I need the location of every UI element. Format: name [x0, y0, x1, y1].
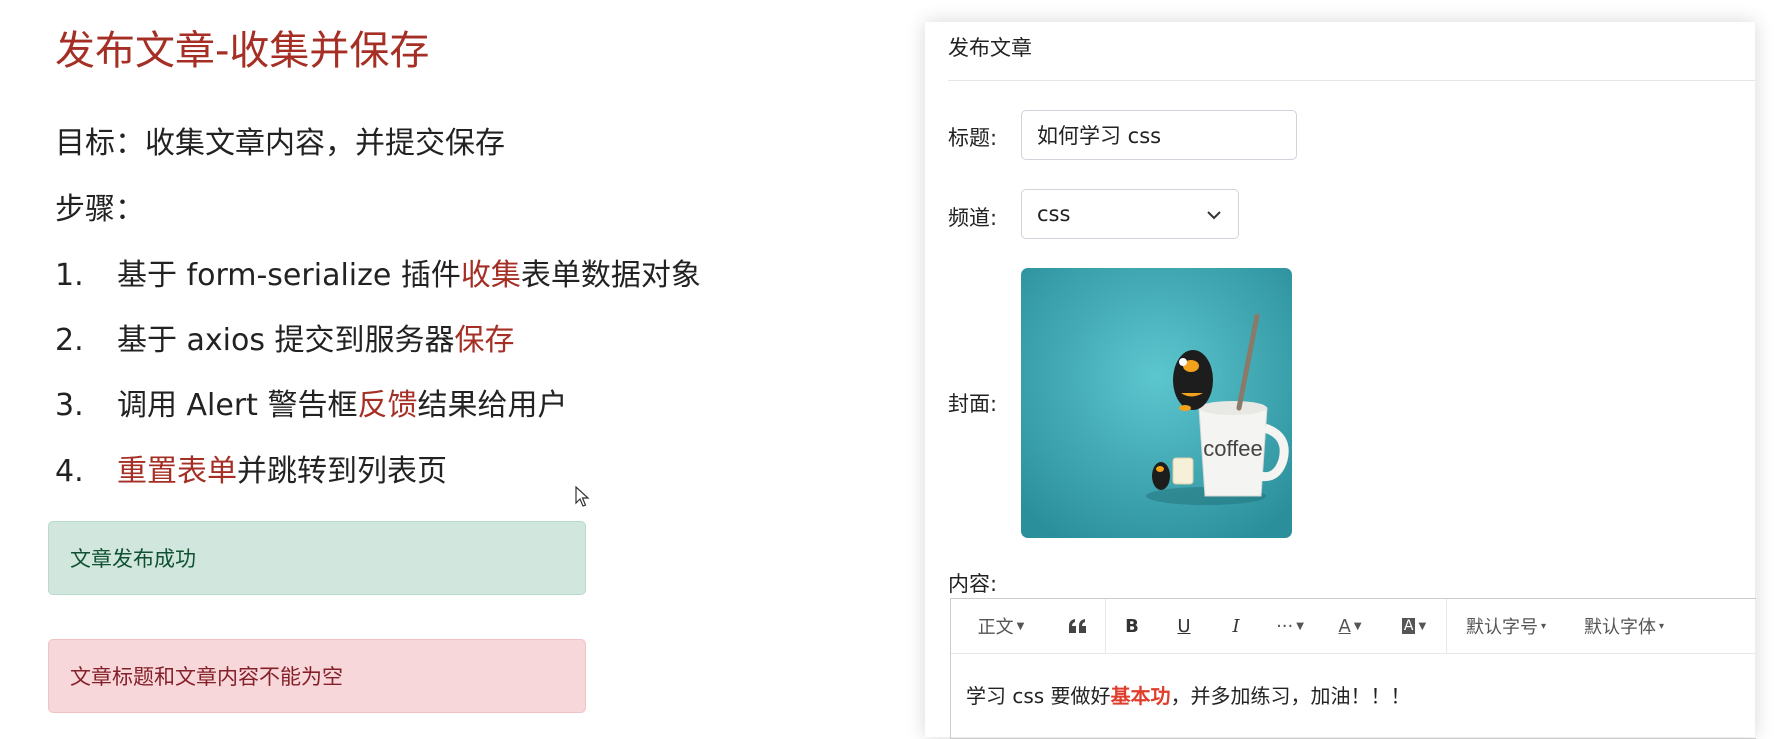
underline-button[interactable]: U — [1158, 599, 1210, 653]
step-text: 基于 form-serialize 插件 — [117, 258, 461, 293]
title-label: 标题: — [948, 126, 998, 150]
slide-title: 发布文章-收集并保存 — [55, 28, 430, 74]
danger-alert: 文章标题和文章内容不能为空 — [48, 639, 586, 713]
step-highlight: 收集 — [460, 258, 521, 293]
step-highlight: 重置表单 — [117, 454, 237, 489]
more-button[interactable]: ··· ▼ — [1262, 599, 1318, 653]
title-input-value: 如何学习 css — [1037, 124, 1162, 148]
step-highlight: 反馈 — [357, 388, 418, 423]
italic-icon: I — [1232, 615, 1240, 637]
font-color-button[interactable]: A ▼ — [1318, 599, 1382, 653]
quote-icon — [1069, 619, 1086, 633]
cover-mug-text: coffee — [1203, 436, 1263, 461]
bold-button[interactable]: B — [1106, 599, 1158, 653]
steps-label: 步骤： — [55, 192, 145, 227]
channel-select[interactable]: css — [1021, 189, 1239, 239]
underline-icon: U — [1177, 615, 1191, 637]
channel-select-value: css — [1037, 202, 1071, 226]
caret-down-icon: ▾ — [1658, 620, 1665, 632]
caret-down-icon: ▾ — [1540, 620, 1547, 632]
paragraph-style-dropdown[interactable]: 正文 ▼ — [951, 599, 1051, 653]
step-4: 4. 重置表单并跳转到列表页 — [55, 446, 447, 490]
caret-down-icon: ▼ — [1353, 620, 1362, 632]
step-text: 调用 Alert 警告框 — [117, 388, 358, 423]
italic-button[interactable]: I — [1210, 599, 1262, 653]
step-highlight: 保存 — [454, 323, 515, 358]
bold-icon: B — [1125, 615, 1139, 637]
more-icon: ··· — [1276, 615, 1294, 637]
step-number: 2. — [55, 323, 84, 358]
content-text-after: ，并多加练习，加油！！！ — [1170, 684, 1411, 708]
font-family-dropdown[interactable]: 默认字体 ▾ — [1565, 599, 1683, 653]
step-3: 3. 调用 Alert 警告框反馈结果给用户 — [55, 380, 567, 424]
step-text: 基于 axios 提交到服务器 — [117, 323, 455, 358]
background-color-button[interactable]: A ▼ — [1382, 599, 1446, 653]
title-input[interactable]: 如何学习 css — [1021, 110, 1297, 160]
cover-illustration: coffee — [1021, 268, 1292, 538]
step-text-after: 表单数据对象 — [520, 258, 701, 293]
goal-text: 目标：收集文章内容，并提交保存 — [55, 126, 505, 161]
rich-text-editor[interactable]: 正文 ▼ B U I ··· ▼ A ▼ A ▼ 默认字号 ▾ 默认字体 ▾ 学习 css … — [950, 598, 1756, 739]
caret-down-icon: ▼ — [1016, 620, 1025, 632]
success-alert: 文章发布成功 — [48, 521, 586, 595]
panel-header: 发布文章 — [948, 22, 1755, 81]
font-size-dropdown[interactable]: 默认字号 ▾ — [1447, 599, 1565, 653]
publish-article-panel: 发布文章 标题: 如何学习 css 频道: css 封面: coffee 内容:… — [925, 22, 1756, 739]
step-text-after: 并跳转到列表页 — [237, 454, 447, 489]
step-number: 4. — [55, 454, 84, 489]
step-1: 1. 基于 form-serialize 插件收集表单数据对象 — [55, 250, 701, 294]
cover-label: 封面: — [948, 392, 998, 416]
content-text: 学习 css 要做好 — [966, 684, 1111, 708]
step-number: 1. — [55, 258, 84, 293]
step-number: 3. — [55, 388, 84, 423]
paragraph-style-label: 正文 — [977, 617, 1014, 638]
cover-image[interactable]: coffee — [1021, 268, 1292, 538]
caret-down-icon: ▼ — [1296, 620, 1304, 632]
font-size-label: 默认字号 — [1465, 617, 1538, 638]
quote-button[interactable] — [1051, 599, 1105, 653]
content-label: 内容: — [948, 572, 998, 596]
background-color-icon: A — [1401, 618, 1416, 634]
chevron-down-icon — [1207, 211, 1221, 220]
editor-toolbar: 正文 ▼ B U I ··· ▼ A ▼ A ▼ 默认字号 ▾ 默认字体 ▾ — [951, 599, 1756, 654]
editor-content[interactable]: 学习 css 要做好基本功，并多加练习，加油！！！ — [951, 654, 1756, 735]
mouse-cursor-icon — [575, 486, 590, 507]
step-2: 2. 基于 axios 提交到服务器保存 — [55, 315, 515, 359]
font-color-icon: A — [1338, 615, 1351, 637]
channel-label: 频道: — [948, 206, 998, 230]
font-family-label: 默认字体 — [1583, 617, 1656, 638]
caret-down-icon: ▼ — [1418, 620, 1427, 632]
step-text-after: 结果给用户 — [417, 388, 568, 423]
content-emphasis: 基本功 — [1110, 684, 1171, 708]
